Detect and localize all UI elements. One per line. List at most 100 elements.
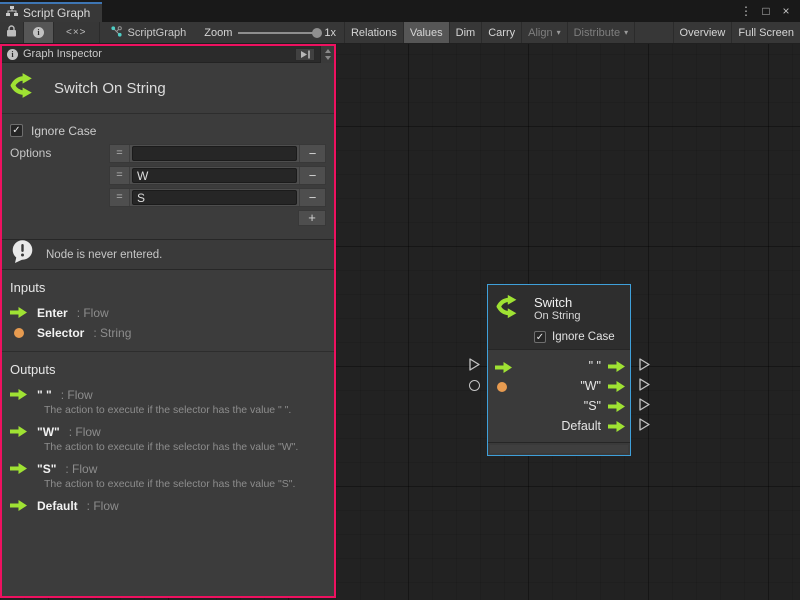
- external-input-value-stub[interactable]: [469, 380, 480, 391]
- carry-button[interactable]: Carry: [482, 22, 522, 43]
- port-description: The action to execute if the selector ha…: [44, 404, 326, 416]
- dim-button[interactable]: Dim: [450, 22, 483, 43]
- input-port-row: Selector : String: [10, 324, 326, 341]
- info-icon: i: [7, 49, 18, 60]
- output-port-row[interactable]: "W": [493, 376, 625, 396]
- distribute-button[interactable]: Distribute ▾: [568, 22, 635, 43]
- output-port-row: Default : Flow: [10, 497, 326, 514]
- output-port-label: " ": [589, 359, 601, 373]
- node-ignore-case-checkbox[interactable]: ✓: [534, 331, 546, 343]
- code-preview-button[interactable]: <×>: [54, 22, 100, 43]
- full-screen-button[interactable]: Full Screen: [732, 22, 800, 43]
- output-port-label: Default: [561, 419, 601, 433]
- zoom-slider[interactable]: [238, 32, 318, 34]
- zoom-slider-handle[interactable]: [312, 28, 322, 38]
- option-row: = −: [109, 166, 326, 185]
- option-input[interactable]: [132, 190, 297, 205]
- outputs-section: Outputs " " : Flow The action to execute…: [2, 352, 334, 519]
- flow-arrow-icon: [10, 463, 28, 474]
- output-port-row: "S" : Flow: [10, 460, 326, 477]
- switch-node-header[interactable]: Switch On String ✓ Ignore Case: [488, 285, 630, 349]
- inspector-header: i Graph Inspector: [2, 46, 334, 63]
- toolbar-spacer: [635, 22, 672, 43]
- maximize-icon[interactable]: □: [758, 4, 774, 18]
- lock-button[interactable]: [0, 22, 24, 43]
- output-port-row[interactable]: Default: [493, 416, 625, 436]
- options-label: Options: [10, 144, 109, 160]
- close-icon[interactable]: ×: [778, 4, 794, 18]
- overview-label: Overview: [680, 27, 726, 39]
- output-port-label: "S": [584, 399, 601, 413]
- zoom-label: Zoom: [204, 27, 232, 39]
- zoom-control: Zoom 1x: [196, 22, 345, 43]
- values-label: Values: [410, 27, 443, 39]
- node-footer: [488, 442, 630, 455]
- input-value-port-icon[interactable]: [497, 382, 507, 392]
- external-output-stub[interactable]: [637, 357, 652, 377]
- external-input-flow-stub[interactable]: [467, 357, 482, 377]
- align-button[interactable]: Align ▾: [522, 22, 567, 43]
- port-type: : Flow: [61, 388, 93, 402]
- option-input[interactable]: [132, 146, 297, 161]
- drag-handle-icon[interactable]: =: [110, 189, 130, 206]
- drag-handle-icon[interactable]: =: [110, 145, 130, 162]
- overview-button[interactable]: Overview: [673, 22, 733, 43]
- input-flow-port-icon[interactable]: [495, 360, 512, 378]
- relations-button[interactable]: Relations: [345, 22, 404, 43]
- flow-arrow-icon: [10, 389, 28, 400]
- output-port-row[interactable]: " ": [493, 356, 625, 376]
- switch-icon: [496, 292, 525, 326]
- chevron-down-icon: ▾: [557, 28, 561, 37]
- panel-scroll-spinner[interactable]: [320, 46, 334, 63]
- values-button[interactable]: Values: [404, 22, 450, 43]
- full-screen-label: Full Screen: [738, 27, 794, 39]
- port-type: : Flow: [65, 462, 97, 476]
- output-port-label: "W": [580, 379, 601, 393]
- add-option-button[interactable]: +: [298, 210, 326, 226]
- flow-arrow-icon: [608, 421, 625, 432]
- external-output-stub[interactable]: [637, 397, 652, 417]
- breadcrumb-label: ScriptGraph: [128, 27, 187, 39]
- port-name: "S": [37, 462, 56, 476]
- flow-arrow-icon: [608, 381, 625, 392]
- ignore-case-checkbox[interactable]: ✓: [10, 124, 23, 137]
- scroll-down-icon[interactable]: [325, 56, 331, 60]
- graph-inspector-panel: i Graph Inspector Switch On String ✓ Ign…: [0, 44, 336, 598]
- remove-option-button[interactable]: −: [299, 145, 325, 162]
- options-list: = − = − = − +: [109, 144, 326, 226]
- port-description: The action to execute if the selector ha…: [44, 441, 326, 453]
- breadcrumb[interactable]: ScriptGraph: [100, 22, 197, 43]
- remove-option-button[interactable]: −: [299, 189, 325, 206]
- scroll-up-icon[interactable]: [325, 49, 331, 53]
- external-output-stub[interactable]: [637, 377, 652, 397]
- inspector-toggle-button[interactable]: i: [24, 22, 54, 43]
- zoom-value: 1x: [324, 27, 336, 39]
- outputs-header: Outputs: [10, 362, 326, 377]
- hierarchy-icon: [6, 6, 18, 20]
- option-input[interactable]: [132, 168, 297, 183]
- switch-node[interactable]: Switch On String ✓ Ignore Case " " "W": [487, 284, 631, 456]
- script-graph-icon: [110, 25, 123, 41]
- inspected-node-title-row: Switch On String: [2, 63, 334, 114]
- output-port-row[interactable]: "S": [493, 396, 625, 416]
- window-menu-icon[interactable]: ⋮: [738, 4, 754, 18]
- flow-arrow-icon: [10, 500, 28, 511]
- align-label: Align: [528, 27, 552, 39]
- drag-handle-icon[interactable]: =: [110, 167, 130, 184]
- node-title: Switch: [534, 295, 580, 310]
- tab-script-graph[interactable]: Script Graph: [0, 2, 102, 22]
- option-row: = −: [109, 144, 326, 163]
- inspected-node-title: Switch On String: [54, 80, 166, 97]
- dim-label: Dim: [456, 27, 476, 39]
- port-type: : String: [93, 326, 131, 340]
- dock-panel-button[interactable]: [295, 48, 315, 61]
- port-name: Selector: [37, 326, 84, 340]
- window-controls: ⋮ □ ×: [738, 0, 800, 22]
- inspector-title: Graph Inspector: [23, 48, 102, 60]
- remove-option-button[interactable]: −: [299, 167, 325, 184]
- flow-arrow-icon: [608, 361, 625, 372]
- info-icon: i: [33, 27, 44, 38]
- node-subtitle: On String: [534, 310, 580, 323]
- window-titlebar: Script Graph ⋮ □ ×: [0, 0, 800, 22]
- external-output-stub[interactable]: [637, 417, 652, 437]
